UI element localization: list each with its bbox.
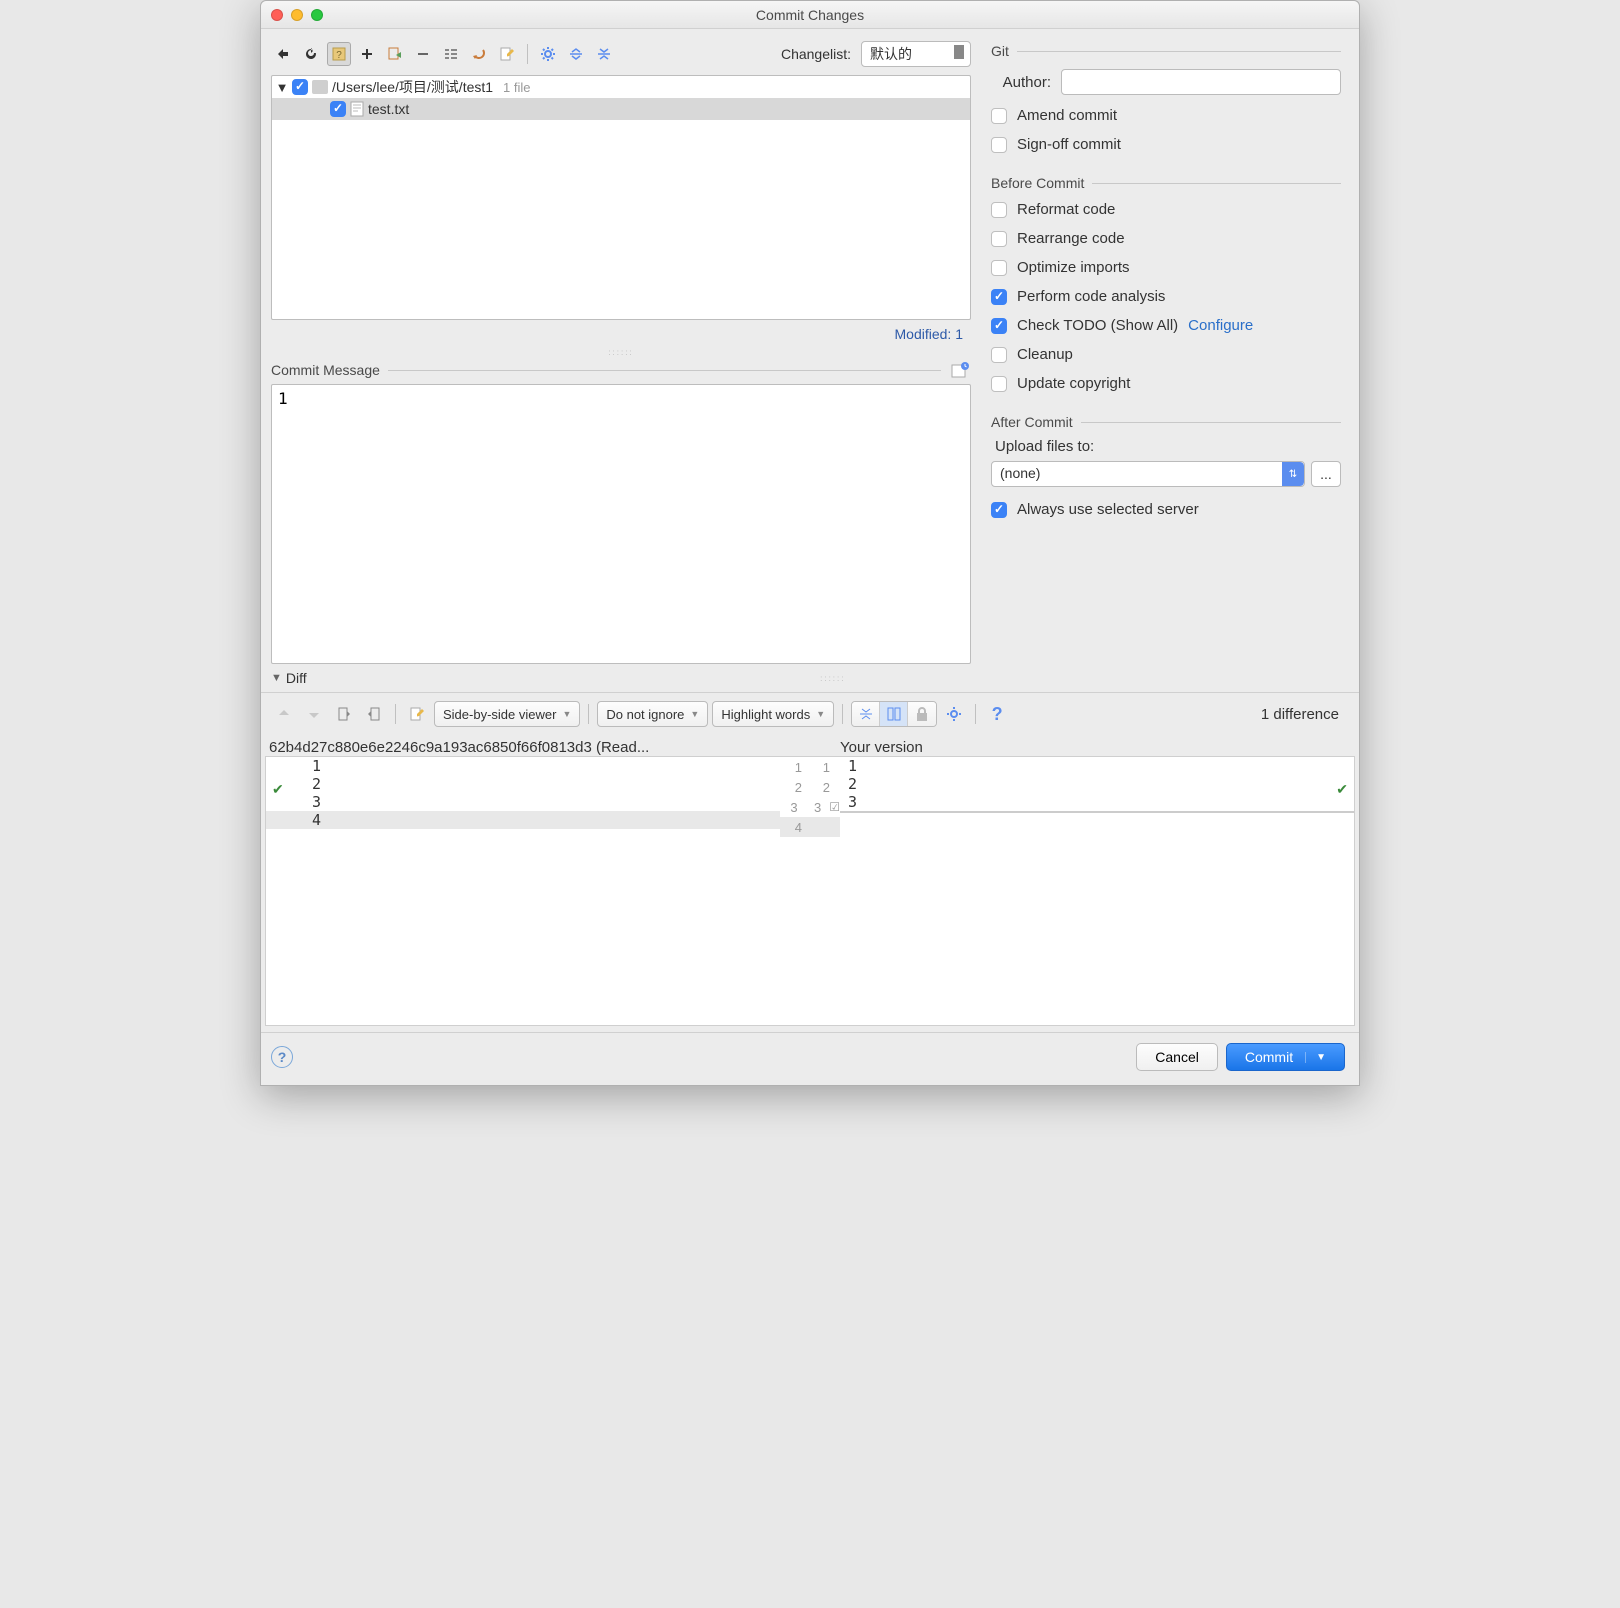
tree-file-row[interactable]: test.txt xyxy=(272,98,970,120)
compare-next-file-icon[interactable] xyxy=(361,701,387,727)
file-checkbox[interactable] xyxy=(330,101,346,117)
diff-toolbar: Side-by-side viewer▼ Do not ignore▼ High… xyxy=(261,692,1359,735)
file-count: 1 file xyxy=(503,80,530,95)
minimize-window-button[interactable] xyxy=(291,9,303,21)
rearrange-checkbox[interactable] xyxy=(991,231,1007,247)
settings-icon[interactable] xyxy=(536,42,560,66)
root-checkbox[interactable] xyxy=(292,79,308,95)
after-commit-label: After Commit xyxy=(991,414,1073,430)
amend-checkbox[interactable] xyxy=(991,108,1007,124)
add-icon[interactable] xyxy=(355,42,379,66)
chevron-updown-icon: ⇅ xyxy=(1282,462,1304,486)
delete-change-icon[interactable] xyxy=(383,42,407,66)
prev-diff-icon xyxy=(271,701,297,727)
diff-center-rail: 11 22 33☑ 4 xyxy=(780,757,840,1025)
diff-right-pane[interactable]: 1 2 3 xyxy=(840,757,1354,1025)
cancel-button[interactable]: Cancel xyxy=(1136,1043,1218,1071)
author-input[interactable] xyxy=(1061,69,1341,95)
changed-files-tree[interactable]: ▼ /Users/lee/项目/测试/test1 1 file test.txt xyxy=(271,75,971,320)
before-commit-label: Before Commit xyxy=(991,175,1084,191)
commit-message-textarea[interactable] xyxy=(271,384,971,664)
ignore-mode-select[interactable]: Do not ignore▼ xyxy=(597,701,708,727)
configure-todo-link[interactable]: Configure xyxy=(1188,317,1253,334)
edit-diff-icon[interactable] xyxy=(404,701,430,727)
highlight-mode-select[interactable]: Highlight words▼ xyxy=(712,701,834,727)
code-analysis-checkbox[interactable] xyxy=(991,289,1007,305)
diff-splitter[interactable]: :::::: xyxy=(660,674,1005,682)
amend-label[interactable]: Amend commit xyxy=(1017,107,1117,124)
window-title: Commit Changes xyxy=(261,7,1359,23)
signoff-checkbox[interactable] xyxy=(991,137,1007,153)
right-gutter-check-icon: ✔ xyxy=(1336,781,1348,798)
diff-label: Diff xyxy=(286,670,307,686)
root-path: /Users/lee/项目/测试/test1 xyxy=(332,77,493,97)
upload-server-select[interactable]: (none) ⇅ xyxy=(991,461,1305,487)
svg-text:?: ? xyxy=(336,50,342,61)
commit-toolbar: ? Changelist: 默认的▲▼ xyxy=(271,39,971,75)
show-diff-icon[interactable] xyxy=(271,42,295,66)
collapse-all-icon[interactable] xyxy=(592,42,616,66)
modified-count: Modified: 1 xyxy=(271,320,971,348)
titlebar: Commit Changes xyxy=(261,1,1359,29)
expand-toggle-icon[interactable]: ▼ xyxy=(276,81,288,93)
diff-left-pane[interactable]: 01 02 03 04 xyxy=(266,757,780,1025)
tree-root-row[interactable]: ▼ /Users/lee/项目/测试/test1 1 file xyxy=(272,76,970,98)
viewer-mode-select[interactable]: Side-by-side viewer▼ xyxy=(434,701,580,727)
compare-prev-file-icon[interactable] xyxy=(331,701,357,727)
diff-viewer[interactable]: ✔ 01 02 03 04 11 22 33☑ 4 1 2 3 ✔ xyxy=(265,756,1355,1026)
diff-section-toggle[interactable]: ▼ Diff :::::: xyxy=(261,664,1359,686)
upload-options-button[interactable]: ... xyxy=(1311,461,1341,487)
unknown-file-icon[interactable]: ? xyxy=(327,42,351,66)
diff-settings-icon[interactable] xyxy=(941,701,967,727)
help-button[interactable]: ? xyxy=(271,1046,293,1068)
revert-icon[interactable] xyxy=(467,42,491,66)
always-use-server-checkbox[interactable] xyxy=(991,502,1007,518)
git-section-label: Git xyxy=(991,43,1009,59)
commit-message-label: Commit Message xyxy=(271,362,380,378)
left-gutter-check-icon: ✔ xyxy=(272,781,284,798)
changelist-label: Changelist: xyxy=(781,46,851,62)
splitter-handle[interactable]: :::::: xyxy=(271,348,971,356)
zoom-window-button[interactable] xyxy=(311,9,323,21)
changelist-select[interactable]: 默认的▲▼ xyxy=(861,41,971,67)
chevron-down-icon[interactable]: ▼ xyxy=(1305,1052,1326,1063)
cleanup-checkbox[interactable] xyxy=(991,347,1007,363)
commit-message-history-icon[interactable] xyxy=(949,360,971,380)
group-by-icon[interactable] xyxy=(439,42,463,66)
refresh-icon[interactable] xyxy=(299,42,323,66)
update-copyright-checkbox[interactable] xyxy=(991,376,1007,392)
optimize-imports-checkbox[interactable] xyxy=(991,260,1007,276)
diff-left-title: 62b4d27c880e6e2246c9a193ac6850f66f0813d3… xyxy=(269,739,780,756)
signoff-label[interactable]: Sign-off commit xyxy=(1017,136,1121,153)
remove-icon[interactable] xyxy=(411,42,435,66)
check-todo-checkbox[interactable] xyxy=(991,318,1007,334)
folder-icon xyxy=(312,80,328,94)
lock-icon[interactable] xyxy=(908,702,936,726)
edit-source-icon[interactable] xyxy=(495,42,519,66)
author-label: Author: xyxy=(991,74,1051,91)
close-window-button[interactable] xyxy=(271,9,283,21)
reformat-checkbox[interactable] xyxy=(991,202,1007,218)
file-name: test.txt xyxy=(368,101,409,117)
expand-all-icon[interactable] xyxy=(564,42,588,66)
sync-scroll-icon[interactable] xyxy=(880,702,908,726)
text-file-icon xyxy=(350,101,364,117)
dialog-buttons: ? Cancel Commit▼ xyxy=(261,1032,1359,1085)
collapse-unchanged-icon[interactable] xyxy=(852,702,880,726)
commit-button[interactable]: Commit▼ xyxy=(1226,1043,1345,1071)
upload-files-label: Upload files to: xyxy=(991,434,1341,457)
diff-view-mode-group[interactable] xyxy=(851,701,937,727)
commit-dialog: Commit Changes ? Changelist: 默认的▲▼ xyxy=(260,0,1360,1086)
help-diff-icon[interactable]: ? xyxy=(984,701,1010,727)
diff-count: 1 difference xyxy=(1014,706,1349,723)
chevron-down-icon: ▼ xyxy=(271,672,282,684)
next-diff-icon xyxy=(301,701,327,727)
diff-right-title: Your version xyxy=(840,739,1351,756)
